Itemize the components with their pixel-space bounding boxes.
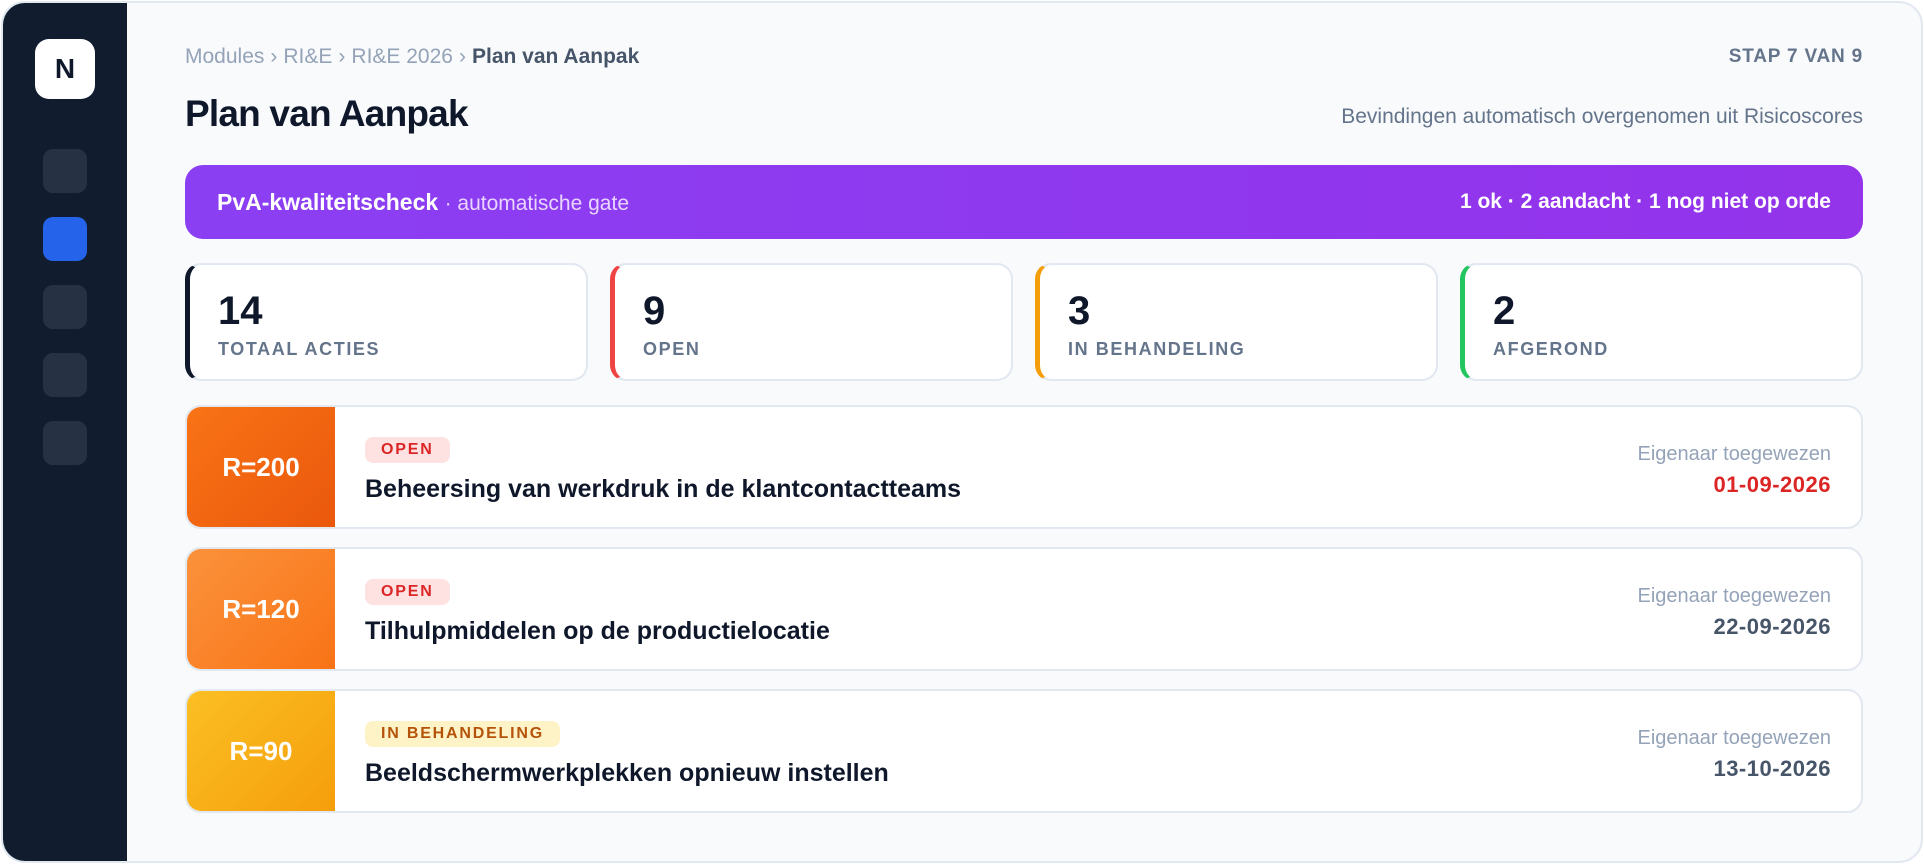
stat-label: OPEN [643,339,701,359]
action-meta: Eigenaar toegewezen 01-09-2026 [1638,443,1831,498]
due-date: 01-09-2026 [1713,472,1831,497]
action-row[interactable]: R=120 OPEN Tilhulpmiddelen op de product… [185,547,1863,671]
stat-card-in-progress[interactable]: 3 IN BEHANDELING [1035,263,1438,381]
quality-check-subtitle: · automatische gate [444,191,629,215]
quality-check-title: PvA-kwaliteitscheck [217,188,439,215]
app-window: N Modules › RI&E › RI&E 2026 › Plan van Aanpak… [1,1,1923,863]
stat-label: AFGEROND [1493,339,1609,359]
main-content: Modules › RI&E › RI&E 2026 › Plan van Aanpak S… [127,3,1921,861]
action-row[interactable]: R=90 IN BEHANDELING Beeldschermwerkplekk… [185,689,1863,813]
stat-label: TOTAAL ACTIES [218,339,381,359]
breadcrumb: Modules › RI&E › RI&E 2026 › Plan van Aanpak [185,45,639,69]
owner-label: Eigenaar toegewezen [1637,727,1831,749]
risk-score-badge: R=200 [187,407,335,527]
owner-label: Eigenaar toegewezen [1637,585,1831,607]
stat-label: IN BEHANDELING [1068,339,1246,359]
action-meta: Eigenaar toegewezen 22-09-2026 [1638,585,1831,640]
sidebar-nav-item-2-active[interactable] [43,217,87,261]
status-badge: OPEN [365,437,450,463]
owner-label: Eigenaar toegewezen [1637,443,1831,465]
action-body: IN BEHANDELING Beeldschermwerkplekken op… [335,691,1861,811]
page-title: Plan van Aanpak [185,93,469,134]
breadcrumb-link-modules[interactable]: Modules [185,45,264,68]
quality-check-heading: PvA-kwaliteitscheck · automatische gate [217,189,629,216]
quality-check-summary: 1 ok · 2 aandacht · 1 nog niet op orde [1459,190,1831,213]
breadcrumb-link-rie-2026[interactable]: RI&E 2026 [351,45,453,68]
breadcrumb-link-rie[interactable]: RI&E [283,45,332,68]
sidebar-nav-item-3[interactable] [43,285,87,329]
sidebar-nav-item-1[interactable] [43,149,87,193]
page-subtitle: Bevindingen automatisch overgenomen uit … [1341,105,1863,128]
action-meta: Eigenaar toegewezen 13-10-2026 [1638,727,1831,782]
sidebar: N [3,3,127,861]
stat-card-open[interactable]: 9 OPEN [610,263,1013,381]
due-date: 13-10-2026 [1713,756,1831,781]
action-body: OPEN Tilhulpmiddelen op de productieloca… [335,549,1861,669]
status-badge: IN BEHANDELING [365,721,560,747]
stat-value: 2 [1493,289,1516,333]
risk-score-badge: R=120 [187,549,335,669]
risk-score-badge: R=90 [187,691,335,811]
action-list: R=200 OPEN Beheersing van werkdruk in de… [185,405,1863,831]
stat-card-total[interactable]: 14 TOTAAL ACTIES [185,263,588,381]
breadcrumb-current: Plan van Aanpak [471,45,640,68]
stat-value: 9 [643,289,666,333]
sidebar-nav-item-4[interactable] [43,353,87,397]
breadcrumb-separator: › [338,45,346,68]
app-logo[interactable]: N [35,39,95,99]
breadcrumb-separator: › [270,45,278,68]
step-indicator: STAP 7 VAN 9 [1728,46,1863,67]
status-badge: OPEN [365,579,450,605]
breadcrumb-separator: › [458,45,466,68]
action-row[interactable]: R=200 OPEN Beheersing van werkdruk in de… [185,405,1863,529]
stat-card-completed[interactable]: 2 AFGEROND [1460,263,1863,381]
action-body: OPEN Beheersing van werkdruk in de klant… [335,407,1861,527]
due-date: 22-09-2026 [1713,614,1831,639]
stat-value: 3 [1068,289,1091,333]
stats-row: 14 TOTAAL ACTIES 9 OPEN 3 IN BEHANDELING… [185,263,1863,381]
sidebar-nav-item-5[interactable] [43,421,87,465]
quality-check-banner[interactable]: PvA-kwaliteitscheck · automatische gate … [185,165,1863,239]
stat-value: 14 [218,289,263,333]
